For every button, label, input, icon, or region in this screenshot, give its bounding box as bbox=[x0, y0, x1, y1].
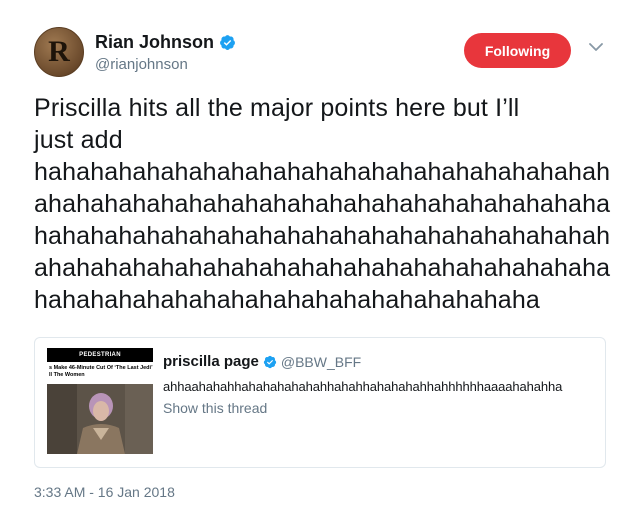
thumbnail-headline: s Make 46-Minute Cut Of ‘The Last Jedi’ … bbox=[47, 362, 153, 384]
quoted-tweet-card[interactable]: PEDESTRIAN s Make 46-Minute Cut Of ‘The … bbox=[34, 337, 606, 468]
tweet-text-line: hahahahahahahahahahahahahahahahahaha bbox=[34, 286, 540, 314]
quoted-tweet-thumbnail[interactable]: PEDESTRIAN s Make 46-Minute Cut Of ‘The … bbox=[47, 348, 153, 454]
author-handle[interactable]: @rianjohnson bbox=[95, 56, 188, 73]
following-button[interactable]: Following bbox=[464, 33, 571, 68]
tweet-timestamp[interactable]: 3:33 AM - 16 Jan 2018 bbox=[34, 484, 175, 500]
verified-badge-icon bbox=[220, 35, 235, 50]
tweet-text-line: just add bbox=[34, 126, 123, 154]
thumbnail-headline-line: ll The Women bbox=[49, 372, 85, 378]
tweet-text-line: ahahahahahahahahahahahahahahahahahahahah… bbox=[34, 254, 611, 282]
avatar-monogram: R bbox=[48, 35, 70, 68]
quoted-author-handle[interactable]: @BBW_BFF bbox=[281, 354, 361, 370]
tweet-text-line: Priscilla hits all the major points here… bbox=[34, 94, 520, 122]
author-display-name[interactable]: Rian Johnson bbox=[95, 32, 214, 53]
tweet-text-line: hahahahahahahahahahahahahahahahahahahaha… bbox=[34, 158, 611, 186]
thumbnail-site-logo: PEDESTRIAN bbox=[47, 348, 153, 362]
tweet-text-line: ahahahahahahahahahahahahahahahahahahahah… bbox=[34, 190, 611, 218]
author-name-row: Rian Johnson bbox=[95, 32, 236, 53]
verified-badge-icon bbox=[263, 355, 276, 368]
show-thread-link[interactable]: Show this thread bbox=[163, 400, 267, 416]
tweet-text: Priscilla hits all the major points here… bbox=[34, 92, 614, 316]
thumbnail-photo bbox=[47, 384, 153, 454]
chevron-down-icon[interactable] bbox=[589, 42, 603, 52]
quoted-author-row: priscilla page @BBW_BFF bbox=[163, 353, 361, 370]
quoted-author-name[interactable]: priscilla page bbox=[163, 353, 259, 370]
tweet-text-line: hahahahahahahahahahahahahahahahahahahaha… bbox=[34, 222, 611, 250]
quoted-tweet-text: ahhaahahahhahahahahahahhahahhahahahahhah… bbox=[163, 379, 563, 394]
author-avatar[interactable]: R bbox=[34, 27, 84, 77]
thumbnail-headline-line: s Make 46-Minute Cut Of ‘The Last Jedi’ … bbox=[49, 365, 153, 371]
